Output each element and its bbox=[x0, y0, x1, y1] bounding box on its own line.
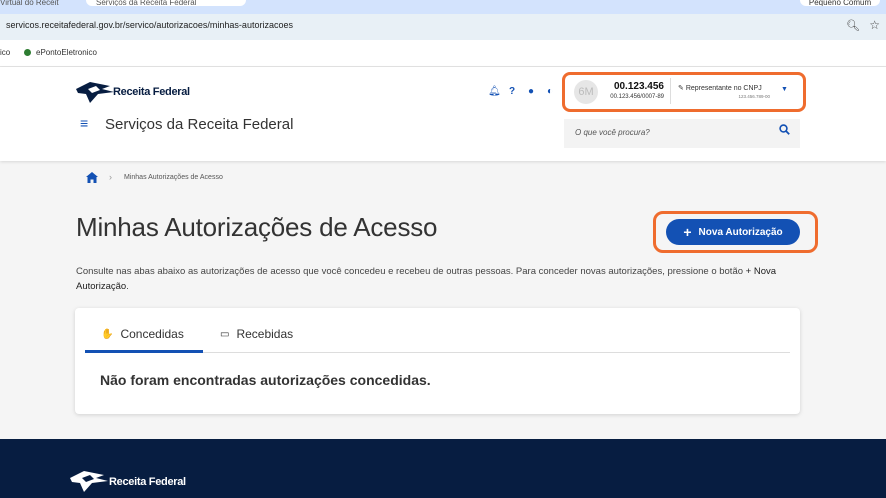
zoom-icon[interactable]: 🔍︎ bbox=[846, 19, 860, 32]
url-text[interactable]: servicos.receitafederal.gov.br/servico/a… bbox=[6, 20, 293, 30]
role-label[interactable]: ✎ Representante no CNPJ bbox=[678, 84, 762, 92]
bookmark-star-icon[interactable]: ☆ bbox=[869, 18, 880, 32]
browser-tab-2[interactable]: Serviços da Receita Federal bbox=[86, 0, 246, 6]
description-text: Consulte nas abas abaixo as autorizações… bbox=[76, 266, 744, 277]
user-box-divider bbox=[670, 78, 671, 104]
breadcrumb-separator-icon: › bbox=[109, 172, 112, 182]
breadcrumb-current: Minhas Autorizações de Acesso bbox=[124, 174, 223, 181]
site-title[interactable]: Serviços da Receita Federal bbox=[105, 116, 293, 133]
role-text: Representante no CNPJ bbox=[685, 85, 762, 92]
handshake-icon: ✋ bbox=[101, 328, 114, 340]
search-icon[interactable] bbox=[779, 124, 790, 135]
bookmark-favicon-icon bbox=[24, 49, 31, 56]
authorizations-card bbox=[75, 308, 800, 414]
plus-icon: + bbox=[683, 224, 692, 240]
search-placeholder[interactable]: O que você procura? bbox=[575, 128, 650, 137]
tab-recebidas[interactable]: ▭ Recebidas bbox=[220, 327, 293, 341]
browser-tab-1[interactable]: Virtual do Receit bbox=[0, 0, 80, 6]
tab-concedidas-label: Concedidas bbox=[120, 327, 184, 341]
page-title: Minhas Autorizações de Acesso bbox=[76, 212, 438, 242]
browser-profile-button[interactable]: Pequeno Comum bbox=[800, 0, 880, 6]
page-description: Consulte nas abas abaixo as autorizações… bbox=[76, 266, 777, 292]
site-footer bbox=[0, 439, 886, 498]
cookie-icon[interactable]: ● bbox=[528, 86, 534, 97]
help-icon[interactable]: ? bbox=[509, 86, 515, 97]
cnpj-full: 00.123.456/0007-89 bbox=[610, 94, 664, 100]
active-tab-indicator bbox=[85, 350, 203, 353]
bookmarks-bar bbox=[0, 40, 886, 67]
tab-recebidas-label: Recebidas bbox=[236, 327, 294, 341]
role-subtext: 123.456.789-00 bbox=[738, 94, 770, 99]
tab-concedidas[interactable]: ✋ Concedidas bbox=[101, 327, 184, 341]
contrast-icon[interactable]: ◐ bbox=[547, 86, 553, 97]
logo-text[interactable]: Receita Federal bbox=[113, 86, 190, 98]
notification-bell-icon[interactable]: 🔔︎ bbox=[488, 86, 501, 97]
chevron-down-icon[interactable]: ▼ bbox=[781, 86, 788, 93]
new-authorization-label: Nova Autorização bbox=[698, 226, 783, 238]
bookmark-1[interactable]: ico bbox=[0, 48, 10, 57]
user-account-box[interactable] bbox=[562, 72, 806, 112]
new-authorization-button[interactable]: + Nova Autorização bbox=[666, 219, 800, 245]
cnpj-short: 00.123.456 bbox=[613, 81, 664, 92]
inbox-icon: ▭ bbox=[220, 328, 230, 340]
home-icon[interactable] bbox=[86, 172, 98, 183]
pencil-icon: ✎ bbox=[678, 85, 684, 92]
receita-logo-icon[interactable] bbox=[76, 80, 114, 104]
empty-state-message: Não foram encontradas autorizações conce… bbox=[100, 372, 431, 388]
bookmark-2[interactable]: ePontoEletronico bbox=[36, 48, 97, 57]
menu-hamburger-icon[interactable]: ≡ bbox=[80, 115, 88, 131]
footer-logo-text[interactable]: Receita Federal bbox=[109, 476, 186, 488]
footer-logo-icon[interactable] bbox=[70, 469, 108, 493]
avatar[interactable]: 6M bbox=[574, 80, 598, 104]
